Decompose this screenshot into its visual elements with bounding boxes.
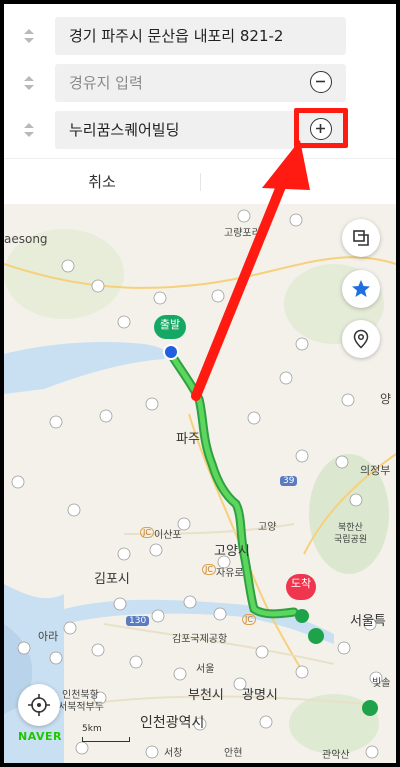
app-frame: 경기 파주시 문산읍 내포리 821-2 경유지 입력 누리꿈스퀘어빌딩 취소 … — [4, 4, 396, 763]
annotation-arrow — [191, 140, 310, 401]
